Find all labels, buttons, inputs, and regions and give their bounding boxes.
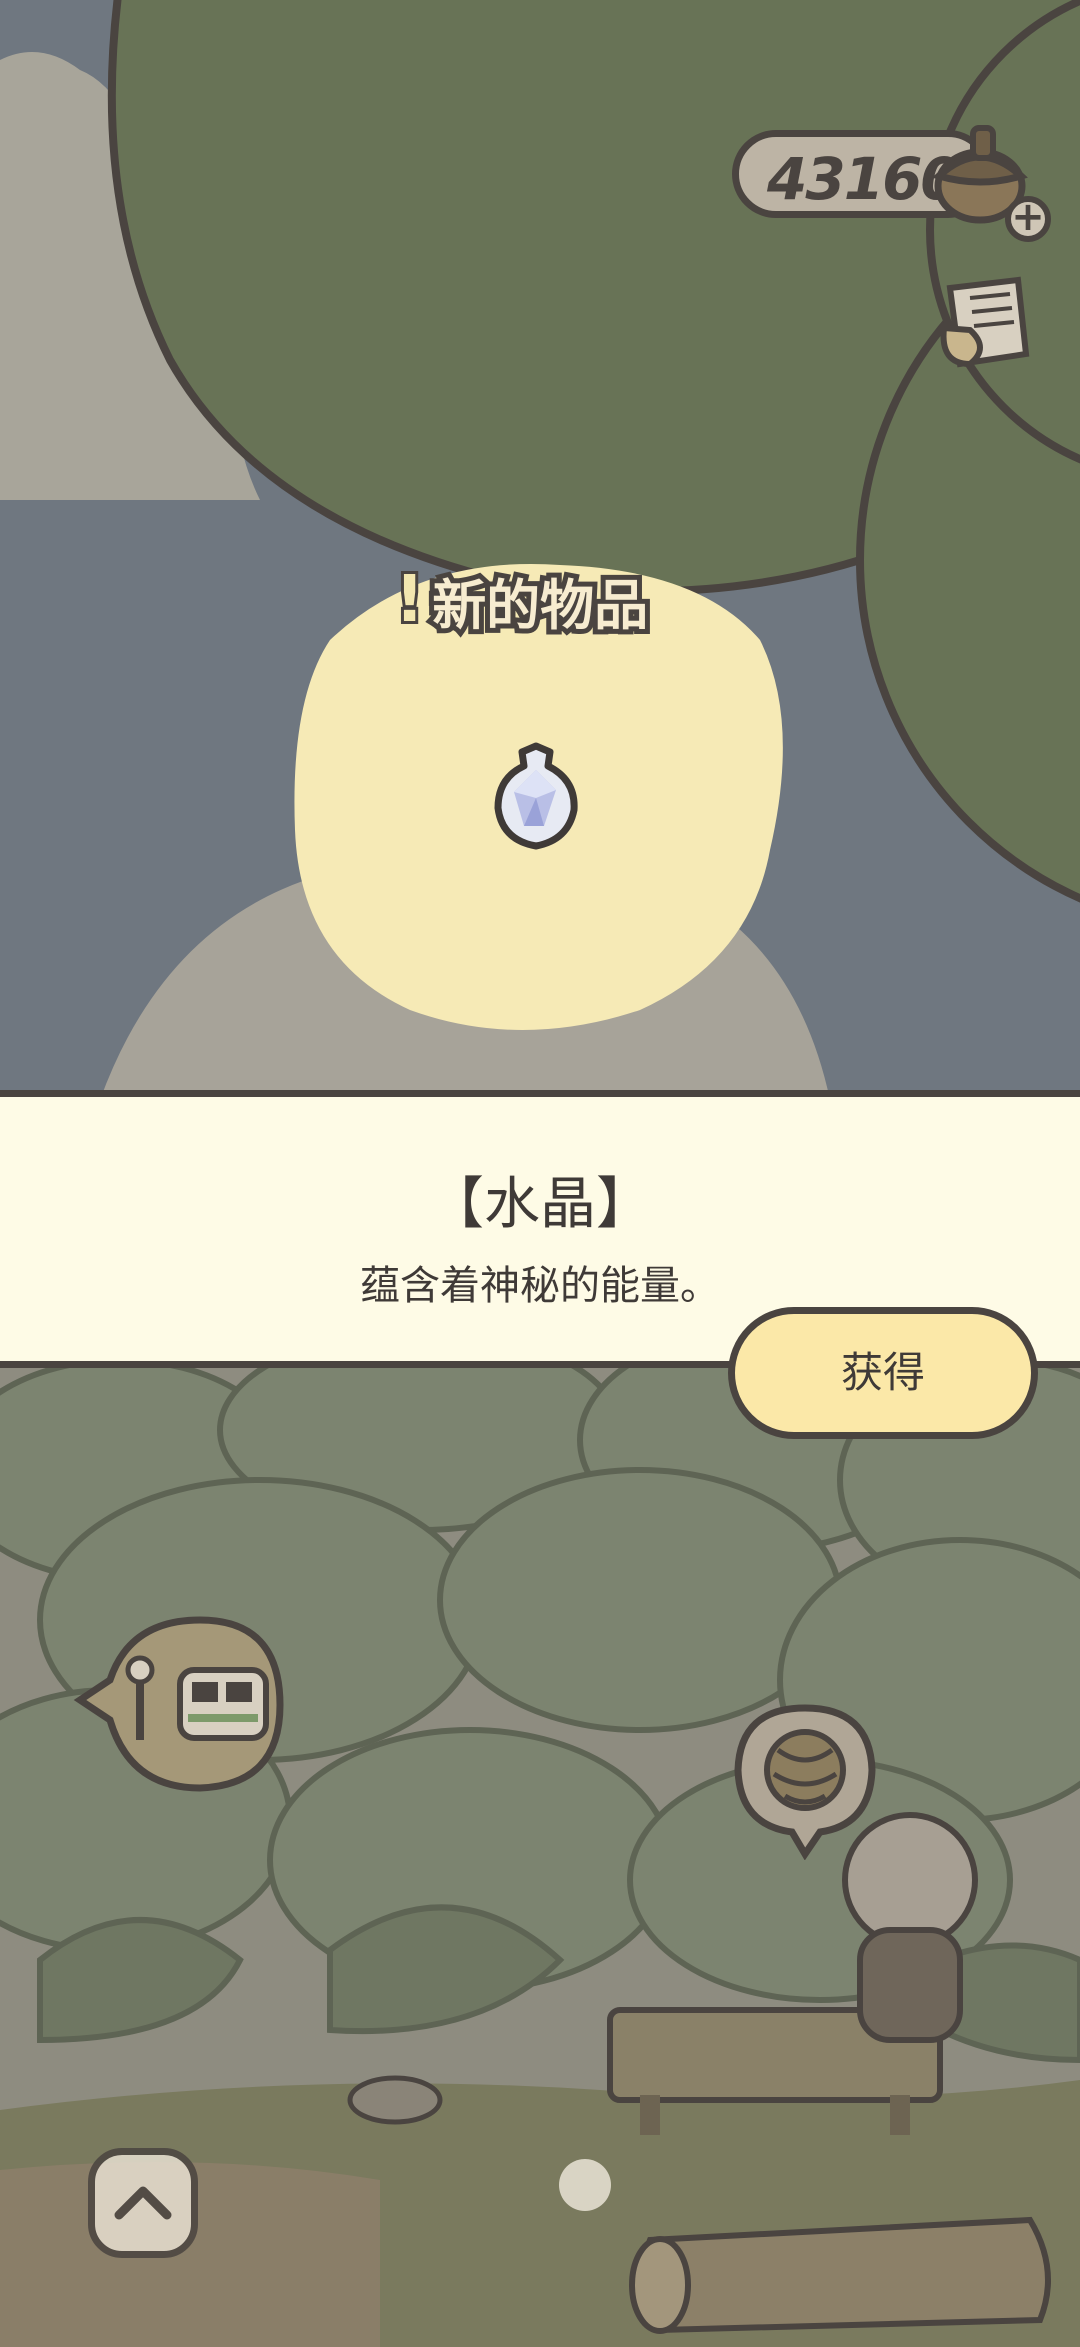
- note-scroll-icon[interactable]: [930, 268, 1040, 378]
- add-currency-button[interactable]: +: [1005, 196, 1051, 242]
- collapse-button[interactable]: [88, 2148, 198, 2258]
- bus-stop-icon[interactable]: [70, 1610, 290, 1800]
- yarn-ball-icon[interactable]: [730, 1700, 880, 1860]
- plus-icon: +: [1011, 194, 1045, 240]
- obtain-button[interactable]: 获得: [728, 1307, 1038, 1439]
- crystal-icon[interactable]: [488, 740, 584, 852]
- new-item-label: ! 新的物品: [392, 560, 653, 642]
- new-item-text: 新的物品: [427, 569, 653, 642]
- chevron-up-icon: [114, 2186, 172, 2220]
- item-description: 蕴含着神秘的能量。: [360, 1263, 720, 1309]
- item-title: 【水晶】: [428, 1172, 652, 1237]
- exclamation-icon: !: [392, 560, 427, 640]
